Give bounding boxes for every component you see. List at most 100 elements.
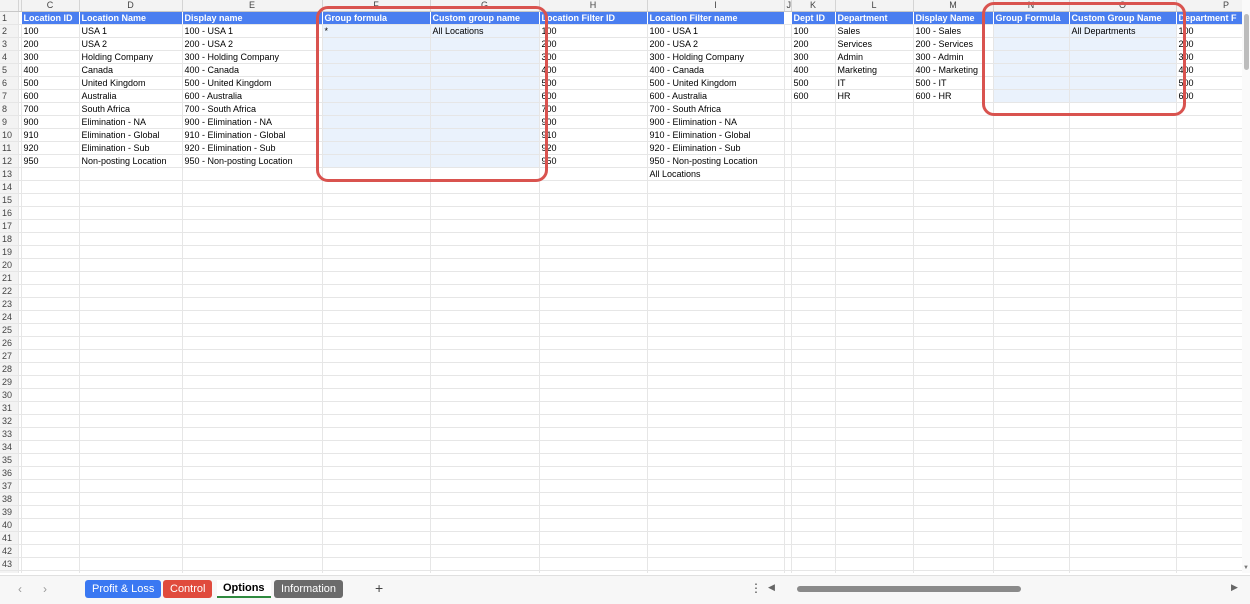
cell-m5[interactable]: 400 - Marketing (913, 63, 994, 77)
cell-h29[interactable] (539, 375, 648, 389)
cell-i43[interactable] (647, 557, 785, 571)
cell-d32[interactable] (79, 414, 183, 428)
cell-j29[interactable] (784, 375, 792, 389)
cell-d6[interactable]: United Kingdom (79, 76, 183, 90)
cell-j36[interactable] (784, 466, 792, 480)
cell-j26[interactable] (784, 336, 792, 350)
cell-i31[interactable] (647, 401, 785, 415)
cell-p24[interactable] (1176, 310, 1242, 324)
cell-e30[interactable] (182, 388, 323, 402)
cell-c36[interactable] (21, 466, 80, 480)
cell-h22[interactable] (539, 284, 648, 298)
cell-c3[interactable]: 200 (21, 37, 80, 51)
cell-c12[interactable]: 950 (21, 154, 80, 168)
cell-l12[interactable] (835, 154, 914, 168)
cell-i23[interactable] (647, 297, 785, 311)
cell-h20[interactable] (539, 258, 648, 272)
cell-m42[interactable] (913, 544, 994, 558)
cell-l28[interactable] (835, 362, 914, 376)
cell-c18[interactable] (21, 232, 80, 246)
cell-m44[interactable] (913, 570, 994, 573)
row-header[interactable]: 28 (0, 362, 19, 376)
cell-f10[interactable] (322, 128, 431, 142)
cell-j5[interactable] (784, 63, 792, 77)
row-header[interactable]: 44 (0, 570, 19, 573)
cell-o3[interactable] (1069, 37, 1177, 51)
cell-l18[interactable] (835, 232, 914, 246)
cell-l8[interactable] (835, 102, 914, 116)
cell-k4[interactable]: 300 (791, 50, 836, 64)
cell-d38[interactable] (79, 492, 183, 506)
cell-m31[interactable] (913, 401, 994, 415)
cell-l32[interactable] (835, 414, 914, 428)
cell-g36[interactable] (430, 466, 540, 480)
cell-e9[interactable]: 900 - Elimination - NA (182, 115, 323, 129)
column-header-h[interactable]: H (539, 0, 648, 12)
cell-k41[interactable] (791, 531, 836, 545)
cell-g33[interactable] (430, 427, 540, 441)
cell-f29[interactable] (322, 375, 431, 389)
cell-i5[interactable]: 400 - Canada (647, 63, 785, 77)
cell-n14[interactable] (993, 180, 1070, 194)
cell-d31[interactable] (79, 401, 183, 415)
cell-c13[interactable] (21, 167, 80, 181)
cell-c16[interactable] (21, 206, 80, 220)
cell-l19[interactable] (835, 245, 914, 259)
tab-options[interactable]: Options (217, 580, 271, 598)
cell-m26[interactable] (913, 336, 994, 350)
cell-p34[interactable] (1176, 440, 1242, 454)
cell-c20[interactable] (21, 258, 80, 272)
cell-i11[interactable]: 920 - Elimination - Sub (647, 141, 785, 155)
cell-f42[interactable] (322, 544, 431, 558)
cell-n28[interactable] (993, 362, 1070, 376)
cell-d34[interactable] (79, 440, 183, 454)
cell-n15[interactable] (993, 193, 1070, 207)
cell-h12[interactable]: 950 (539, 154, 648, 168)
cell-n17[interactable] (993, 219, 1070, 233)
cell-h39[interactable] (539, 505, 648, 519)
cell-e41[interactable] (182, 531, 323, 545)
cell-d21[interactable] (79, 271, 183, 285)
row-header[interactable]: 6 (0, 76, 19, 90)
row-header[interactable]: 11 (0, 141, 19, 155)
cell-j14[interactable] (784, 180, 792, 194)
cell-i13[interactable]: All Locations (647, 167, 785, 181)
cell-g11[interactable] (430, 141, 540, 155)
cell-g8[interactable] (430, 102, 540, 116)
cell-n20[interactable] (993, 258, 1070, 272)
cell-d41[interactable] (79, 531, 183, 545)
cell-m11[interactable] (913, 141, 994, 155)
cell-p43[interactable] (1176, 557, 1242, 571)
cell-d12[interactable]: Non-posting Location (79, 154, 183, 168)
cell-n16[interactable] (993, 206, 1070, 220)
cell-f7[interactable] (322, 89, 431, 103)
cell-o14[interactable] (1069, 180, 1177, 194)
cell-p44[interactable] (1176, 570, 1242, 573)
cell-h9[interactable]: 900 (539, 115, 648, 129)
cell-h4[interactable]: 300 (539, 50, 648, 64)
cell-e18[interactable] (182, 232, 323, 246)
scroll-left-icon[interactable]: ◀ (768, 582, 775, 593)
cell-m14[interactable] (913, 180, 994, 194)
row-header[interactable]: 16 (0, 206, 19, 220)
row-header[interactable]: 39 (0, 505, 19, 519)
cell-p31[interactable] (1176, 401, 1242, 415)
vertical-scrollbar[interactable]: ▼ (1242, 0, 1250, 573)
cell-f43[interactable] (322, 557, 431, 571)
cell-k5[interactable]: 400 (791, 63, 836, 77)
cell-j2[interactable] (784, 24, 792, 38)
cell-p40[interactable] (1176, 518, 1242, 532)
cell-i29[interactable] (647, 375, 785, 389)
row-header[interactable]: 32 (0, 414, 19, 428)
cell-k39[interactable] (791, 505, 836, 519)
cell-g25[interactable] (430, 323, 540, 337)
cell-c37[interactable] (21, 479, 80, 493)
cell-g19[interactable] (430, 245, 540, 259)
cell-c31[interactable] (21, 401, 80, 415)
cell-n40[interactable] (993, 518, 1070, 532)
cell-j23[interactable] (784, 297, 792, 311)
cell-i36[interactable] (647, 466, 785, 480)
cell-p19[interactable] (1176, 245, 1242, 259)
cell-m25[interactable] (913, 323, 994, 337)
cell-h16[interactable] (539, 206, 648, 220)
